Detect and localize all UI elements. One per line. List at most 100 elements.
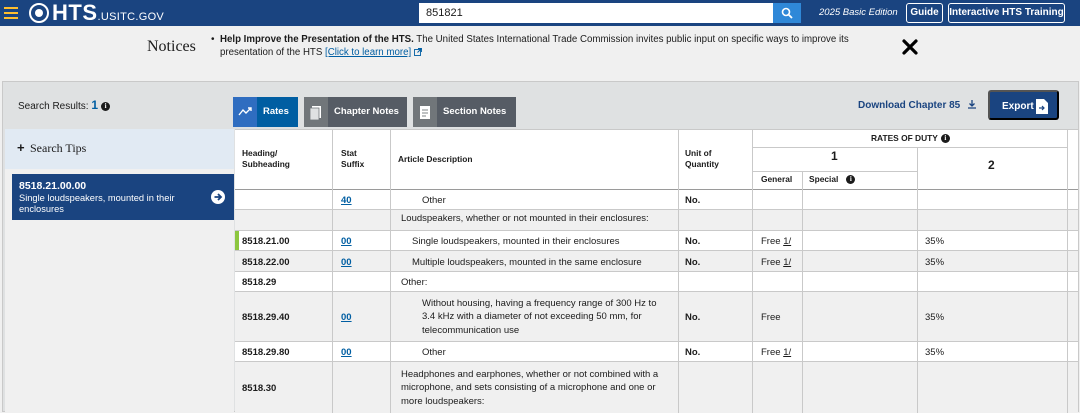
- col-header-rate-2: 2: [988, 158, 995, 172]
- hamburger-menu-icon[interactable]: [4, 7, 18, 19]
- table-row: 8518.29.40 00 Without housing, having a fr…: [235, 292, 1078, 342]
- tab-rates[interactable]: Rates: [233, 97, 298, 127]
- search-results-label: Search Results:: [18, 101, 92, 112]
- article-description: Multiple loudspeakers, mounted in the sa…: [412, 256, 642, 268]
- search-result-item[interactable]: 8518.21.00.00 Single loudspeakers, mount…: [12, 174, 234, 220]
- search-tips-label: Search Tips: [30, 141, 87, 155]
- article-description: Other:: [401, 277, 428, 288]
- col-header-rates-of-duty: RATES OF DUTY i: [871, 133, 950, 144]
- tab-rates-label: Rates: [257, 97, 298, 127]
- footnote-link[interactable]: 1/: [783, 257, 791, 268]
- article-description: Other: [422, 195, 446, 206]
- edition-label: 2025 Basic Edition: [819, 7, 898, 18]
- notice-learn-more-link[interactable]: [Click to learn more]: [325, 47, 411, 58]
- footnote-link[interactable]: 1/: [783, 347, 791, 358]
- site-logo[interactable]: HTS.USITC.GOV: [52, 1, 164, 29]
- stat-suffix-link[interactable]: 00: [341, 346, 381, 359]
- col2-rate-cell: 35%: [925, 256, 945, 268]
- search-results-number: 1: [91, 98, 99, 112]
- document-icon: [304, 97, 328, 127]
- heading-cell: 8518.29.40: [242, 312, 290, 323]
- col2-rate-cell: 35%: [925, 236, 945, 247]
- table-row: Loudspeakers, whether or not mounted in …: [235, 210, 1078, 231]
- search-bar: [419, 3, 801, 23]
- sidebar: + Search Tips 8518.21.00.00 Single louds…: [5, 129, 234, 412]
- table-row: 8518.22.00 00 Multiple loudspeakers, mount…: [235, 251, 1078, 272]
- notice-text: Help Improve the Presentation of the HTS…: [220, 33, 900, 59]
- stat-suffix-link[interactable]: 40: [341, 194, 381, 207]
- export-label: Export: [1002, 101, 1034, 112]
- stat-suffix-link[interactable]: 00: [341, 235, 381, 248]
- external-link-icon: [413, 48, 422, 56]
- article-description: Headphones and earphones, whether or not…: [401, 368, 659, 407]
- download-icon: [968, 100, 977, 109]
- tab-chapter-notes[interactable]: Chapter Notes: [304, 97, 407, 127]
- stat-suffix-link[interactable]: 00: [341, 256, 381, 269]
- current-row-highlight: [235, 231, 239, 251]
- unit-cell: No.: [685, 312, 701, 323]
- col-header-rate-1: 1: [831, 149, 838, 163]
- guide-button[interactable]: Guide: [906, 3, 943, 23]
- col-header-special: Special i: [809, 174, 856, 185]
- arrow-right-circle-icon[interactable]: [211, 190, 225, 204]
- unit-cell: No.: [685, 195, 701, 206]
- tab-section-notes[interactable]: Section Notes: [413, 97, 516, 127]
- search-tips-toggle[interactable]: + Search Tips: [5, 129, 234, 169]
- unit-cell: No.: [685, 347, 701, 358]
- export-file-icon: [1036, 99, 1048, 114]
- heading-cell: 8518.22.00: [242, 256, 290, 268]
- col-header-general: General: [761, 174, 793, 184]
- interactive-training-button[interactable]: Interactive HTS Training: [948, 3, 1065, 23]
- info-icon[interactable]: i: [940, 134, 950, 143]
- tab-section-notes-label: Section Notes: [437, 97, 516, 127]
- heading-cell: 8518.30: [242, 383, 277, 394]
- col-header-heading: Heading/Subheading: [242, 148, 290, 169]
- table-row: 8518.21.00 00 Single loudspeakers, mounted…: [235, 231, 1078, 251]
- general-rate-cell: Free 1/: [761, 256, 792, 268]
- usitc-seal-icon: [29, 3, 49, 23]
- table-row: 8518.29 Other:: [235, 272, 1078, 292]
- col-header-unit: Unit of Quantity: [685, 148, 719, 169]
- unit-cell: No.: [685, 256, 701, 268]
- article-description: Single loudspeakers, mounted in their en…: [412, 236, 620, 247]
- article-description: Without housing, having a frequency rang…: [422, 297, 657, 336]
- info-icon[interactable]: i: [101, 102, 111, 111]
- notices-title: Notices: [147, 38, 196, 55]
- table-row: 8518.30 Headphones and earphones, whether…: [235, 362, 1078, 413]
- col-header-article: Article Description: [398, 154, 473, 164]
- stat-suffix-link[interactable]: 00: [341, 311, 381, 324]
- article-description: Loudspeakers, whether or not mounted in …: [401, 213, 649, 224]
- general-rate-cell: Free 1/: [761, 347, 792, 358]
- tab-chapter-notes-label: Chapter Notes: [328, 97, 407, 127]
- notice-headline: Help Improve the Presentation of the HTS…: [220, 34, 414, 45]
- document-icon: [413, 97, 437, 127]
- search-results-count: Search Results: 1i: [18, 98, 111, 112]
- info-icon[interactable]: i: [846, 175, 856, 184]
- export-button[interactable]: Export: [988, 90, 1059, 120]
- heading-cell: 8518.29.80: [242, 347, 290, 358]
- plus-icon: +: [17, 140, 25, 155]
- result-description: Single loudspeakers, mounted in their en…: [19, 193, 175, 214]
- notices-banner: Notices • Help Improve the Presentation …: [0, 26, 1080, 66]
- col-header-stat: Stat Suffix: [341, 148, 365, 169]
- table-row: 40 Other No.: [235, 190, 1078, 210]
- article-description: Other: [422, 347, 446, 358]
- table-row: 8518.29.80 00 Other No. Free 1/35%: [235, 342, 1078, 362]
- top-navbar: HTS.USITC.GOV 2025 Basic Edition Guide I…: [0, 0, 1080, 26]
- close-notice-icon[interactable]: [900, 37, 920, 57]
- col2-rate-cell: 35%: [925, 312, 945, 323]
- heading-cell: 8518.29: [242, 277, 277, 288]
- search-icon: [781, 7, 793, 19]
- search-button[interactable]: [773, 3, 801, 23]
- hts-table: Heading/Subheading Stat Suffix Article De…: [235, 129, 1078, 413]
- unit-cell: No.: [685, 236, 701, 247]
- main-panel: Search Results: 1i Rates Chapter Notes S…: [2, 81, 1079, 413]
- footnote-link[interactable]: 1/: [783, 236, 791, 247]
- download-chapter-link[interactable]: Download Chapter 85: [858, 99, 977, 111]
- download-chapter-label: Download Chapter 85: [858, 100, 961, 111]
- notice-bullet: •: [211, 34, 215, 45]
- col2-rate-cell: 35%: [925, 347, 945, 358]
- chart-line-icon: [233, 97, 257, 127]
- search-input[interactable]: [419, 3, 775, 23]
- general-rate-cell: Free 1/: [761, 236, 792, 247]
